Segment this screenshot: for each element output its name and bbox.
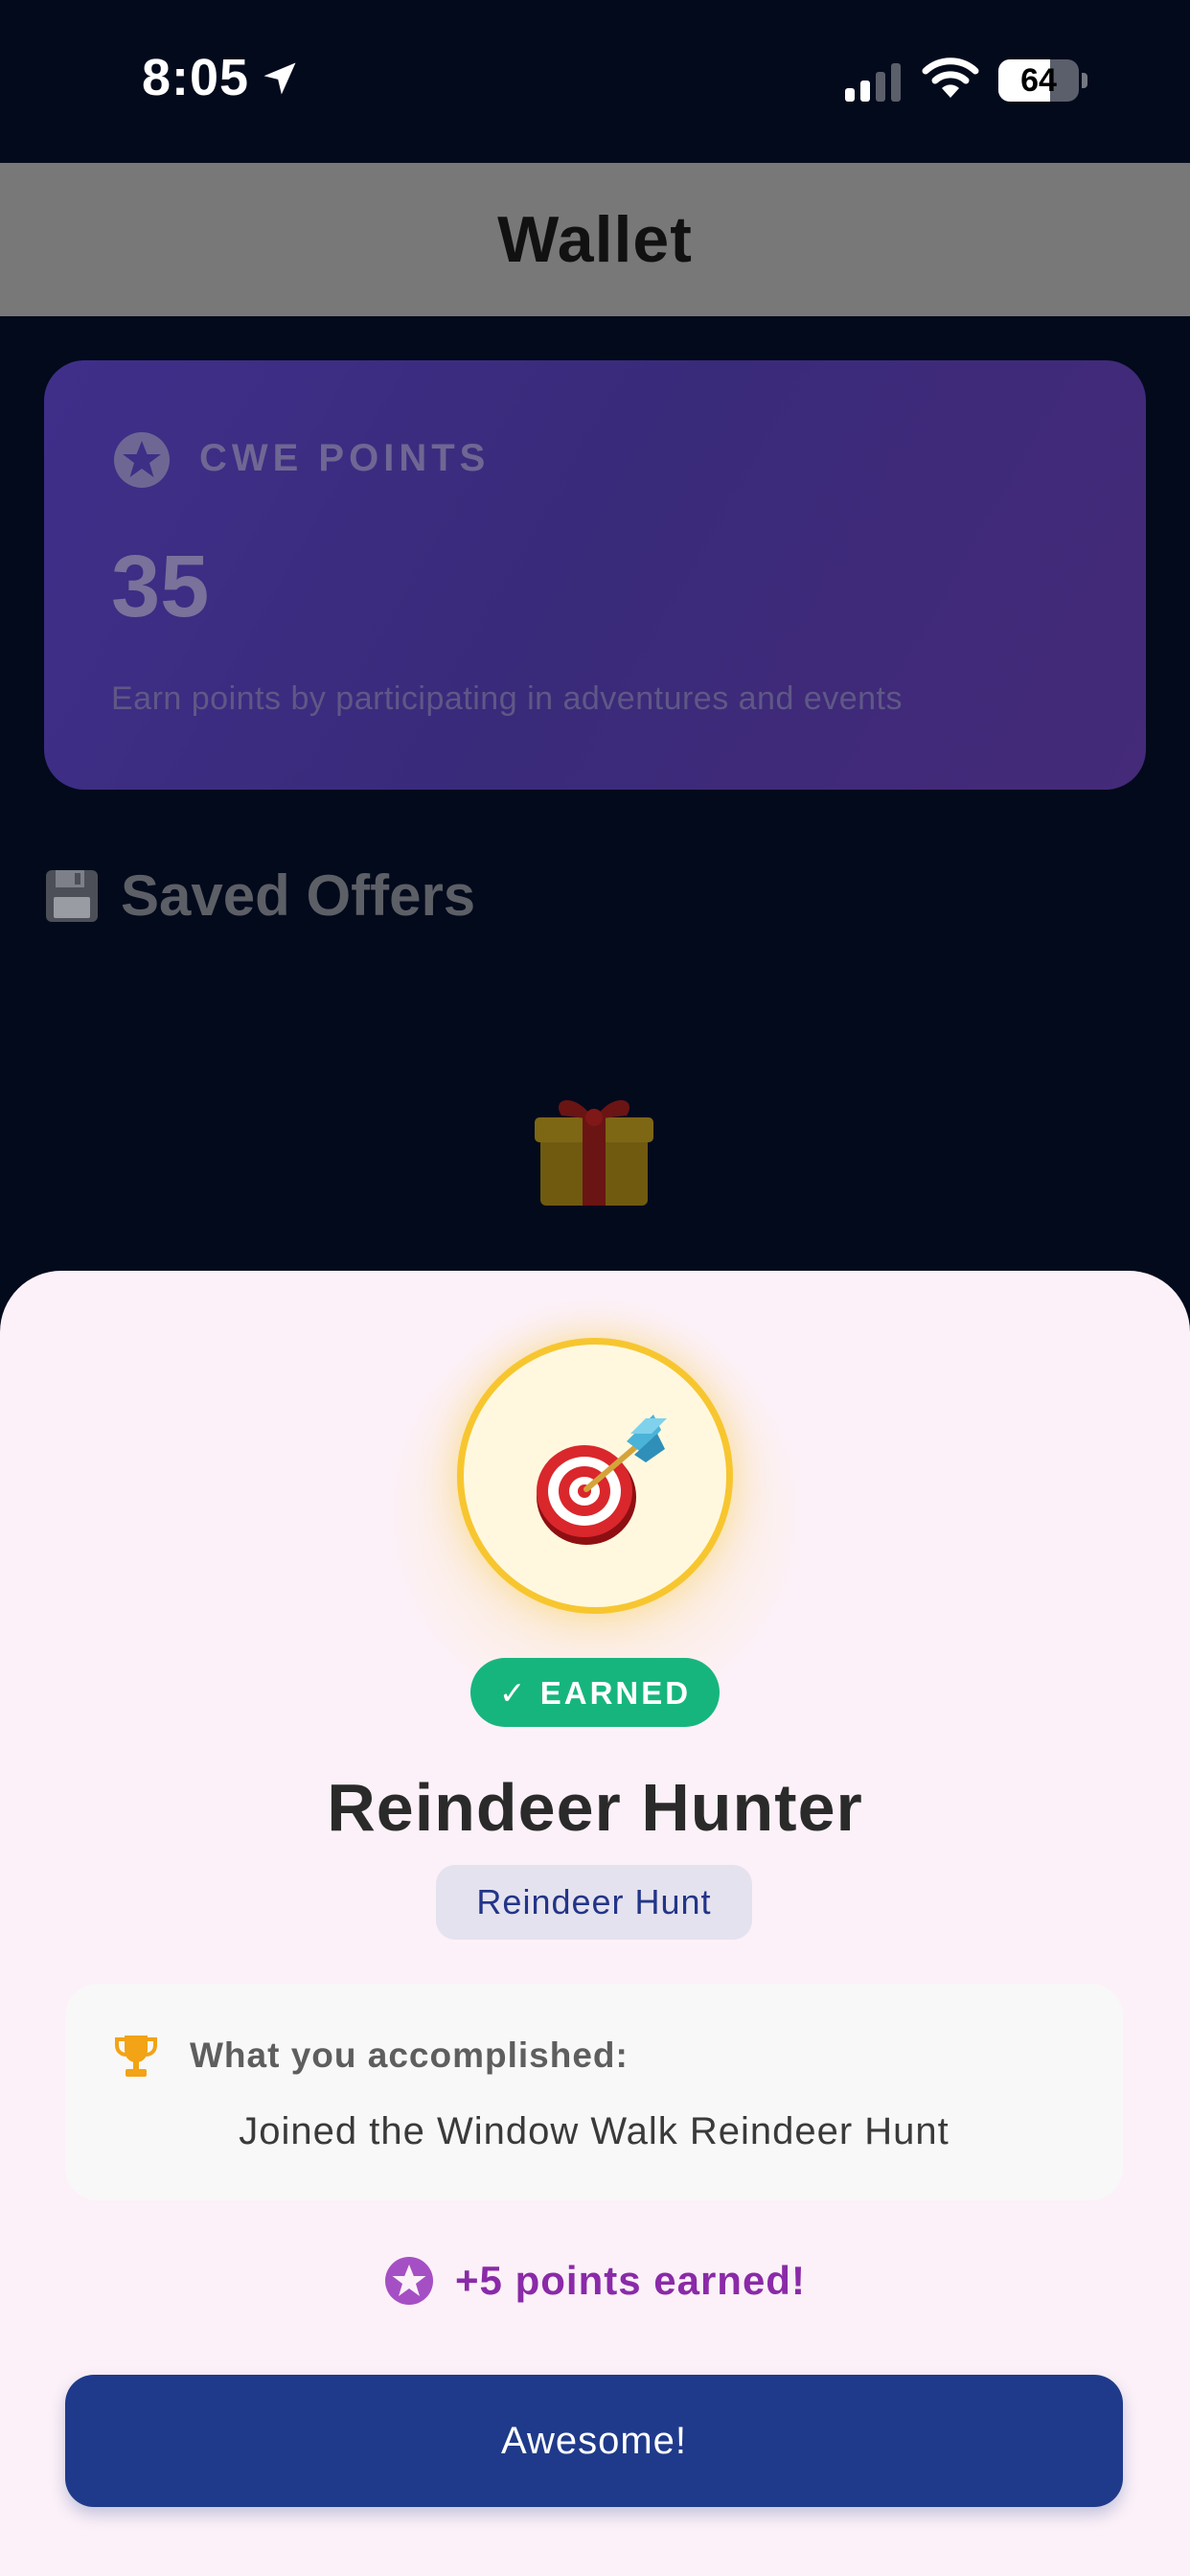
location-arrow-icon <box>263 62 296 95</box>
page-title: Wallet <box>497 203 693 276</box>
points-earned-text: +5 points earned! <box>455 2258 806 2303</box>
status-bar: 8:05 64 <box>0 0 1190 163</box>
trophy-icon <box>115 2036 157 2077</box>
achievement-category-tag: Reindeer Hunt <box>436 1865 752 1940</box>
points-value: 35 <box>111 538 210 635</box>
earned-status-badge: ✓ EARNED <box>470 1658 720 1727</box>
accomplished-text: Joined the Window Walk Reindeer Hunt <box>239 2110 950 2152</box>
saved-offers-heading: Saved Offers <box>44 862 475 929</box>
battery-level: 64 <box>1020 62 1057 99</box>
points-earned: +5 points earned! <box>0 2256 1190 2306</box>
points-description: Earn points by participating in adventur… <box>111 680 903 717</box>
status-time: 8:05 <box>142 49 250 106</box>
cellular-signal-icon <box>845 63 901 102</box>
star-circle-icon <box>385 2257 434 2305</box>
points-label: CWE POINTS <box>199 437 491 479</box>
star-circle-icon <box>114 432 170 488</box>
awesome-button[interactable]: Awesome! <box>65 2375 1123 2507</box>
floppy-disk-icon <box>46 869 98 922</box>
target-dart-icon <box>537 1414 667 1545</box>
gift-icon <box>535 1099 653 1206</box>
achievement-title: Reindeer Hunter <box>327 1770 863 1845</box>
wifi-icon <box>922 58 979 98</box>
saved-offers-title: Saved Offers <box>121 863 476 928</box>
achievement-sheet: ✓ EARNED Reindeer Hunter Reindeer Hunt W… <box>0 1271 1190 2576</box>
accomplished-label: What you accomplished: <box>190 2036 629 2075</box>
battery-icon: 64 <box>998 59 1087 102</box>
app-header: Wallet <box>0 163 1190 316</box>
accomplishment-card: What you accomplished: Joined the Window… <box>65 1984 1123 2200</box>
points-card: CWE POINTS 35 Earn points by participati… <box>44 360 1146 790</box>
